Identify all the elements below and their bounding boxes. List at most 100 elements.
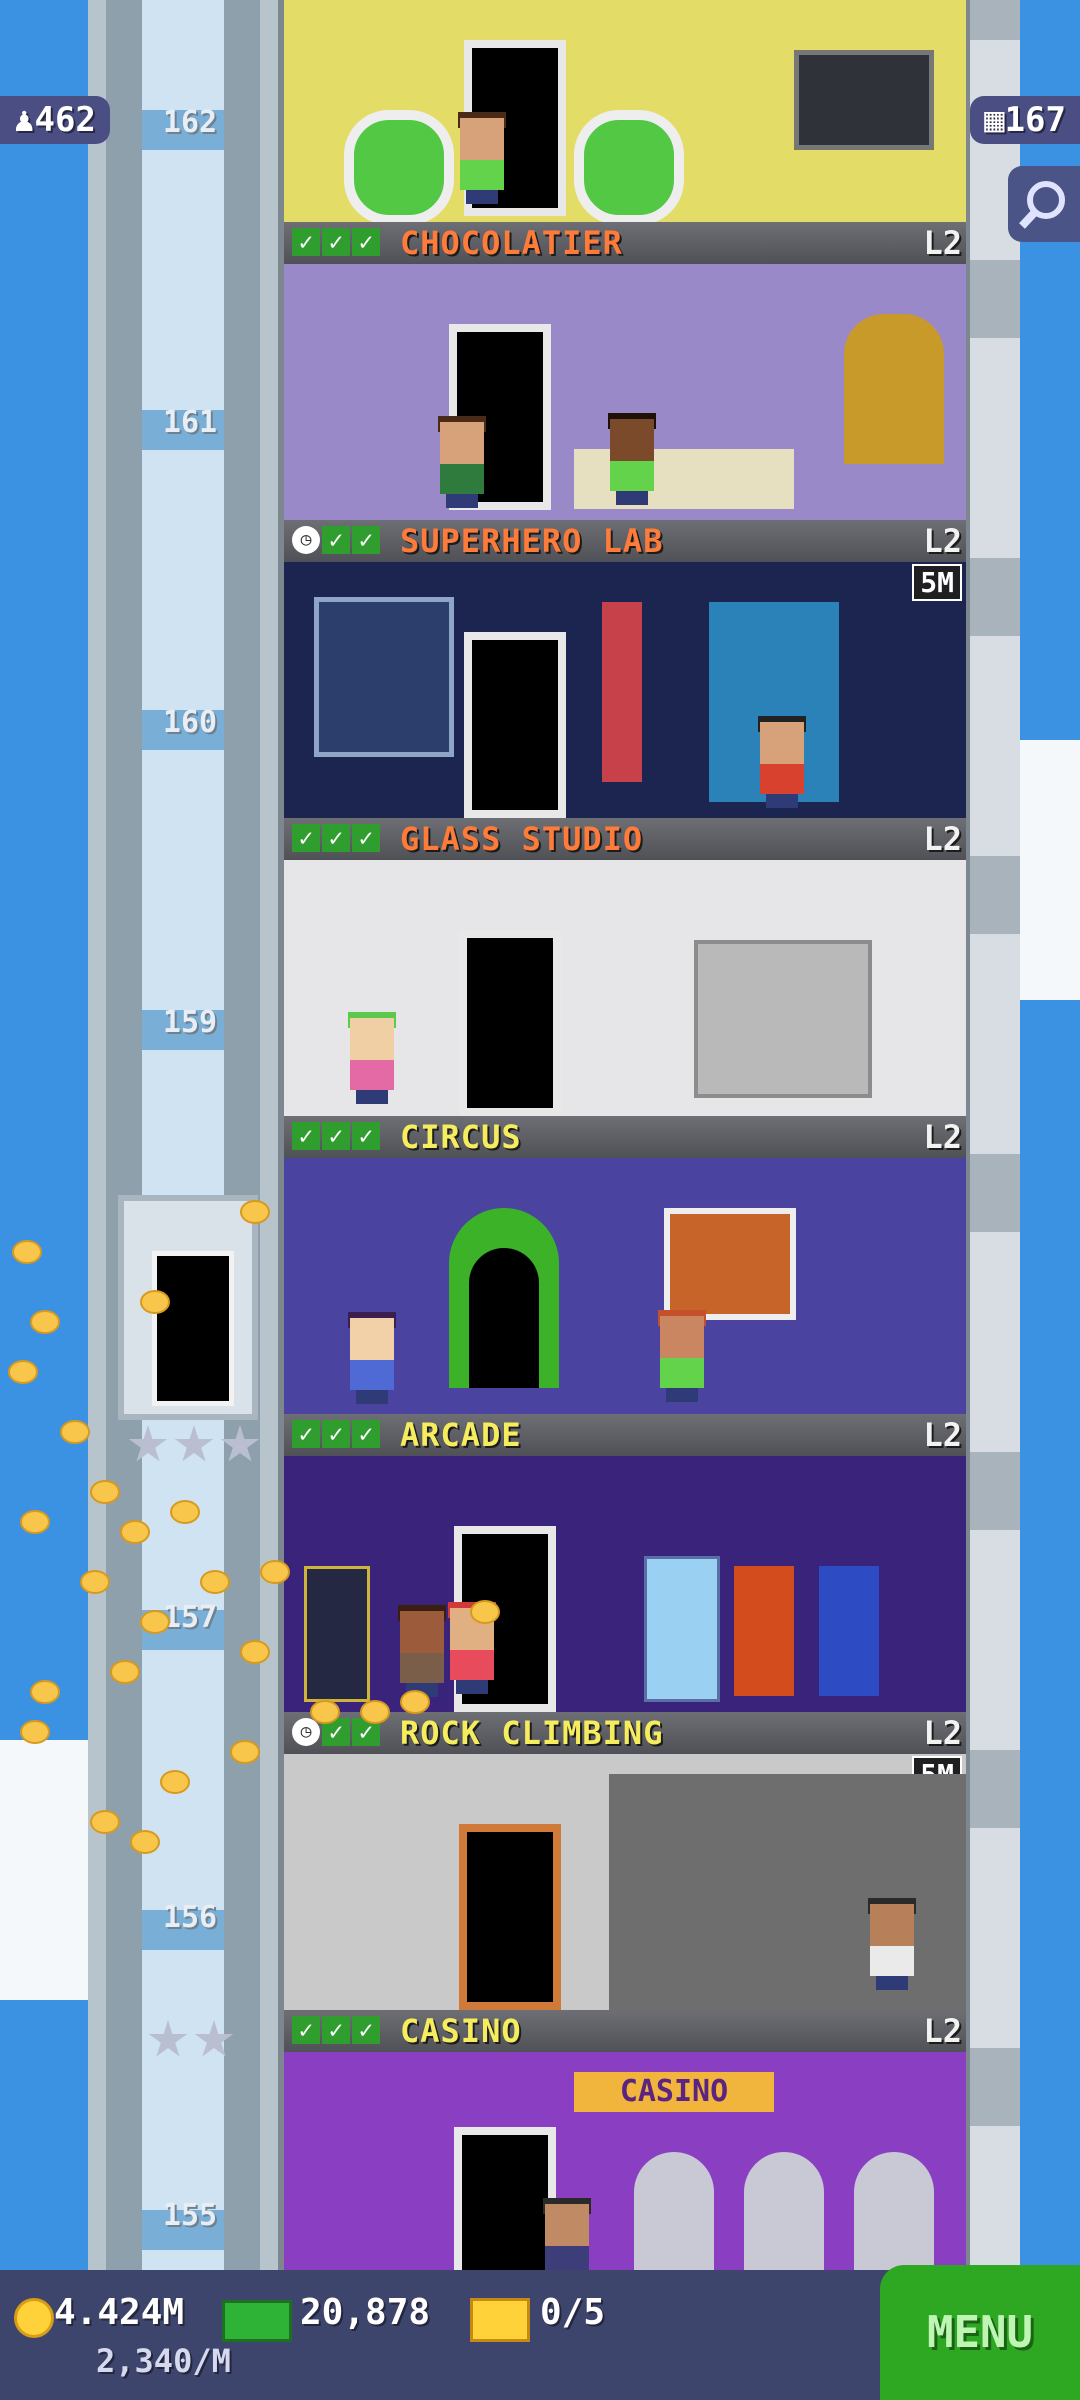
coins-rate: 2,340/M [96,2342,231,2380]
coin-particle [400,1690,430,1714]
coin-particle [20,1720,50,1744]
monitor [794,50,934,150]
population-counter[interactable]: ♟462 [0,96,110,144]
floor-label-bar: ✓ ✓ ✓ GLASS STUDIO L2 [284,818,966,860]
check-icon: ✓ [352,1420,380,1448]
floor-level: L2 [923,1118,962,1156]
coin-particle [130,1830,160,1854]
shaft-floor-number: 155 [162,2198,218,2233]
tiger-poster [664,1208,796,1320]
floor-status: ✓ ✓ ✓ [292,228,380,256]
floor-status: ✓ ✓ ✓ [292,824,380,852]
coin-particle [310,1700,340,1724]
floors-counter[interactable]: ▦167 [970,96,1080,144]
floor-label-bar: ✓ ✓ ✓ CIRCUS L2 [284,1116,966,1158]
floor-status: ◷ ✓ ✓ [292,526,380,554]
timer-badge: 5M [912,564,962,601]
check-icon: ✓ [322,526,350,554]
tower-resident[interactable] [864,1898,920,1990]
floor-label-bar: ✓ ✓ ✓ ARCADE L2 [284,1414,966,1456]
star-icon [194,2020,234,2057]
search-icon [1019,181,1065,229]
room-interior: 5M [284,562,966,818]
floor-status: ✓ ✓ ✓ [292,2016,380,2044]
ticket-icon [470,2298,530,2342]
check-icon: ✓ [292,1122,320,1150]
coin-particle [160,1770,190,1794]
coins-value: 4.424M [54,2292,185,2333]
person-icon: ♟ [14,100,35,140]
room-interior [284,1158,966,1414]
egg-chair [344,110,454,222]
elevator-car[interactable] [118,1195,258,1420]
hero-display [314,597,454,757]
tower-resident[interactable] [539,2198,595,2270]
floor-level: L2 [923,820,962,858]
coin-particle [8,1360,38,1384]
shaft-floor-number: 162 [162,105,218,140]
floor-name: CIRCUS [400,1118,522,1156]
bux-icon [222,2300,292,2342]
coin-icon [14,2298,54,2338]
check-icon: ✓ [352,2016,380,2044]
tower-resident[interactable] [344,1012,400,1104]
floor-status: ✓ ✓ ✓ [292,1420,380,1448]
cloud [1020,740,1080,1000]
floor-label-bar: ✓ ✓ ✓ CHOCOLATIER L2 [284,222,966,264]
clock-icon: ◷ [292,1718,320,1746]
coin-particle [60,1420,90,1444]
menu-button[interactable]: MENU [880,2265,1080,2400]
coin-particle [360,1700,390,1724]
coin-particle [30,1310,60,1334]
floor-name: ROCK CLIMBING [400,1714,664,1752]
floor-label-bar: ◷ ✓ ✓ SUPERHERO LAB L2 [284,520,966,562]
tower-resident[interactable] [654,1310,710,1402]
coin-particle [30,1680,60,1704]
coin-particle [110,1660,140,1684]
slot-machine [854,2152,934,2270]
room-interior [284,264,966,520]
check-icon: ✓ [352,228,380,256]
search-button[interactable] [1008,166,1080,242]
egg-chair [574,110,684,222]
floor-name: GLASS STUDIO [400,820,644,858]
room-door [459,930,561,1116]
tower-resident[interactable] [754,716,810,808]
coin-particle [470,1600,500,1624]
star-icon [128,1425,168,1462]
arcade-cabinet [734,1566,794,1696]
tower-resident[interactable] [394,1605,450,1697]
floor-name: CHOCOLATIER [400,224,623,262]
room-door [464,632,566,818]
star-icon [174,1425,214,1462]
coin-particle [260,1560,290,1584]
floor-level: L2 [923,1714,962,1752]
room-interior [284,860,966,1116]
tower-resident[interactable] [604,413,660,505]
room-door [459,1824,561,2010]
tickets-value: 0/5 [540,2292,606,2333]
coin-particle [20,1510,50,1534]
check-icon: ✓ [352,526,380,554]
check-icon: ✓ [292,1420,320,1448]
elevator-stars [128,1425,260,1465]
floor-label-bar: ✓ ✓ ✓ CASINO L2 [284,2010,966,2052]
room-interior: CASINO [284,2052,966,2270]
floor-status: ✓ ✓ ✓ [292,1122,380,1150]
coin-particle [200,1570,230,1594]
shaft-floor-number: 160 [162,705,218,740]
coin-particle [120,1520,150,1544]
tower-resident[interactable] [434,416,490,508]
floor-level: L2 [923,1416,962,1454]
dna-capsule [602,602,642,782]
coin-particle [12,1240,42,1264]
coin-particle [140,1610,170,1634]
check-icon: ✓ [322,1420,350,1448]
check-icon: ✓ [322,2016,350,2044]
room-door [469,1248,539,1388]
tower-resident[interactable] [344,1312,400,1404]
check-icon: ✓ [292,824,320,852]
floor-level: L2 [923,522,962,560]
floor-level: L2 [923,2012,962,2050]
tower-resident[interactable] [454,112,510,204]
